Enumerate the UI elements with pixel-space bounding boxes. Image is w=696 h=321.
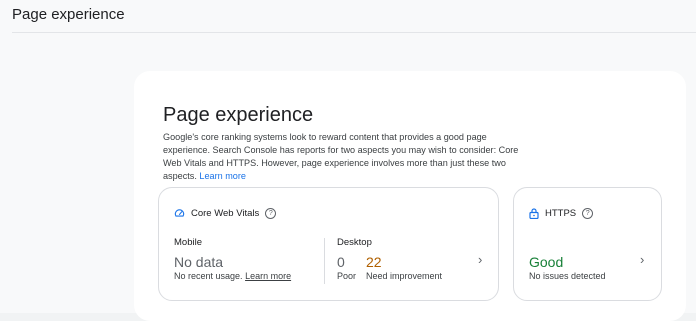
https-title: HTTPS [545, 208, 577, 219]
mobile-note-text: No recent usage. [174, 271, 243, 281]
poor-count: 0 [337, 254, 345, 270]
chevron-right-icon[interactable]: › [478, 252, 482, 267]
desktop-label: Desktop [337, 237, 372, 248]
page-title: Page experience [12, 6, 125, 23]
core-web-vitals-card[interactable]: Core Web Vitals ? Mobile No data No rece… [158, 187, 499, 301]
need-improvement-label: Need improvement [366, 271, 443, 281]
lock-icon [529, 208, 539, 219]
mobile-note: No recent usage. Learn more [174, 271, 291, 281]
gauge-icon [174, 208, 185, 219]
mobile-learn-more-link[interactable]: Learn more [245, 271, 291, 281]
chevron-right-icon[interactable]: › [640, 252, 644, 267]
https-note: No issues detected [529, 271, 606, 281]
help-icon[interactable]: ? [265, 208, 277, 219]
card-title: Page experience [163, 104, 314, 126]
cwv-header: Core Web Vitals ? [174, 208, 277, 219]
https-card[interactable]: HTTPS ? Good No issues detected › [513, 187, 662, 301]
learn-more-link[interactable]: Learn more [199, 171, 246, 181]
top-bar: Page experience [0, 0, 696, 33]
help-icon[interactable]: ? [582, 208, 594, 219]
column-divider [324, 238, 325, 284]
https-header: HTTPS ? [529, 208, 594, 219]
need-improvement-count: 22 [366, 254, 382, 270]
mobile-label: Mobile [174, 237, 202, 248]
cwv-title: Core Web Vitals [191, 208, 260, 219]
https-status: Good [529, 254, 564, 270]
mobile-status: No data [174, 254, 224, 270]
card-description: Google's core ranking systems look to re… [163, 131, 535, 183]
poor-label: Poor [337, 271, 357, 281]
